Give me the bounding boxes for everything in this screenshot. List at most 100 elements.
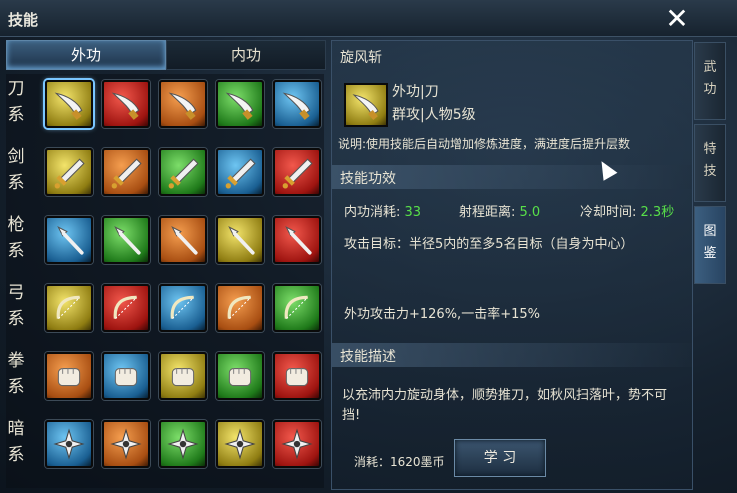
skill-row-1: 剑系 xyxy=(6,142,324,208)
dart-icon xyxy=(110,428,142,460)
skill-slot[interactable] xyxy=(102,148,150,196)
spear-icon xyxy=(171,226,198,255)
stat-cooldown: 冷却时间: 2.3秒 xyxy=(580,201,674,220)
skill-slot[interactable] xyxy=(273,420,321,468)
skill-target: 攻击目标：半径5内的至多5名目标（自身为中心） xyxy=(344,237,634,252)
side-tab-char: 鉴 xyxy=(703,246,717,261)
side-tab-martial[interactable]: 武功 xyxy=(694,42,726,120)
skill-type: 外功|刀 xyxy=(392,84,439,100)
tab-external[interactable]: 外功 xyxy=(6,40,166,70)
skill-story: 以充沛内力旋动身体，顺势推刀，如秋风扫落叶，势不可挡! xyxy=(342,388,668,423)
window-title: 技能 xyxy=(8,11,39,29)
skill-category-tabs: 外功 内功 xyxy=(6,40,326,70)
skill-slot[interactable] xyxy=(159,80,207,128)
row-label-char: 系 xyxy=(7,377,25,397)
side-tab-special[interactable]: 特技 xyxy=(694,124,726,202)
dart-icon xyxy=(167,428,199,460)
skill-slot[interactable] xyxy=(45,80,93,128)
skill-slot[interactable] xyxy=(273,148,321,196)
skill-row-0: 刀系 xyxy=(6,74,324,140)
skill-bonus: 外功攻击力+126%,一击率+15% xyxy=(344,307,540,322)
side-tab-codex[interactable]: 图鉴 xyxy=(694,206,726,284)
dart-icon xyxy=(53,428,85,460)
stat-label: 内功消耗: xyxy=(344,205,401,220)
skill-slot[interactable] xyxy=(45,148,93,196)
row-label-char: 系 xyxy=(7,309,25,329)
skill-slot[interactable] xyxy=(273,80,321,128)
fist-icon xyxy=(228,368,252,387)
skill-slot[interactable] xyxy=(273,216,321,264)
learn-button[interactable]: 学 习 xyxy=(454,439,546,477)
row-label-char: 系 xyxy=(7,445,25,465)
row-label: 枪系 xyxy=(6,212,26,264)
skill-slot[interactable] xyxy=(102,420,150,468)
skill-slot[interactable] xyxy=(216,352,264,400)
skill-row-3: 弓系 xyxy=(6,278,324,344)
skill-slot[interactable] xyxy=(273,352,321,400)
skill-slot[interactable] xyxy=(216,80,264,128)
sword-icon xyxy=(54,158,85,189)
skill-scope: 群攻|人物5级 xyxy=(392,107,476,123)
skill-slot[interactable] xyxy=(159,148,207,196)
fist-icon xyxy=(285,368,309,387)
section-description: 技能描述 xyxy=(332,343,692,367)
skill-slot[interactable] xyxy=(159,284,207,332)
fist-icon xyxy=(114,368,138,387)
blade-icon xyxy=(225,92,254,120)
skill-slot[interactable] xyxy=(102,284,150,332)
skill-slot[interactable] xyxy=(45,284,93,332)
close-icon[interactable]: ✕ xyxy=(660,3,694,35)
side-tab-char: 技 xyxy=(703,164,717,179)
spear-icon xyxy=(114,226,141,255)
row-label-char: 弓 xyxy=(7,283,25,303)
row-label-char: 枪 xyxy=(7,215,25,235)
skill-row-4: 拳系 xyxy=(6,346,324,412)
skill-slot[interactable] xyxy=(273,284,321,332)
skill-row-5: 暗系 xyxy=(6,414,324,480)
fist-icon xyxy=(57,368,81,387)
skill-slot[interactable] xyxy=(102,352,150,400)
dart-icon xyxy=(224,428,256,460)
title-bar: 技能 ✕ xyxy=(0,0,737,37)
skill-slot[interactable] xyxy=(216,148,264,196)
section-effect-label: 技能功效 xyxy=(340,171,396,187)
side-tab-char: 图 xyxy=(703,224,717,239)
skill-slot[interactable] xyxy=(159,420,207,468)
blade-icon xyxy=(168,92,197,120)
skills-window: 技能 ✕ 外功 内功 刀系剑系枪系弓系拳系暗系 旋风斩 外功|刀 群攻|人物5级… xyxy=(0,0,737,493)
row-label: 弓系 xyxy=(6,280,26,332)
skill-slot[interactable] xyxy=(102,80,150,128)
skill-slot[interactable] xyxy=(45,216,93,264)
fist-icon xyxy=(171,368,195,387)
skill-description: 说明:使用技能后自动增加修炼进度，满进度后提升层数 xyxy=(338,137,631,151)
skill-slot[interactable] xyxy=(45,420,93,468)
skill-slot[interactable] xyxy=(216,284,264,332)
stat-range: 射程距离: 5.0 xyxy=(459,201,540,220)
skill-slot[interactable] xyxy=(159,216,207,264)
side-tab-char: 特 xyxy=(703,142,717,157)
sword-icon xyxy=(168,158,199,189)
section-description-label: 技能描述 xyxy=(340,349,396,365)
stat-mp-cost: 内功消耗: 33 xyxy=(344,201,421,220)
skill-slot[interactable] xyxy=(216,420,264,468)
side-tab-char: 功 xyxy=(703,82,717,97)
spear-icon xyxy=(228,226,255,255)
dart-icon xyxy=(281,428,313,460)
row-label: 暗系 xyxy=(6,416,26,468)
skill-slot[interactable] xyxy=(216,216,264,264)
skill-slot[interactable] xyxy=(159,352,207,400)
spear-icon xyxy=(285,226,312,255)
row-label-char: 刀 xyxy=(7,79,25,99)
skill-name: 旋风斩 xyxy=(340,50,382,66)
skill-slot[interactable] xyxy=(102,216,150,264)
learn-cost: 消耗：1620墨币 xyxy=(354,455,445,469)
blade-icon xyxy=(111,92,140,120)
side-tab-char: 武 xyxy=(703,60,717,75)
bow-icon xyxy=(56,295,81,320)
skill-detail-panel: 旋风斩 外功|刀 群攻|人物5级 说明:使用技能后自动增加修炼进度，满进度后提升… xyxy=(331,40,693,490)
skill-slot[interactable] xyxy=(45,352,93,400)
row-label: 拳系 xyxy=(6,348,26,400)
tab-internal[interactable]: 内功 xyxy=(166,40,326,70)
bow-icon xyxy=(284,295,309,320)
selected-skill-icon xyxy=(344,83,388,127)
